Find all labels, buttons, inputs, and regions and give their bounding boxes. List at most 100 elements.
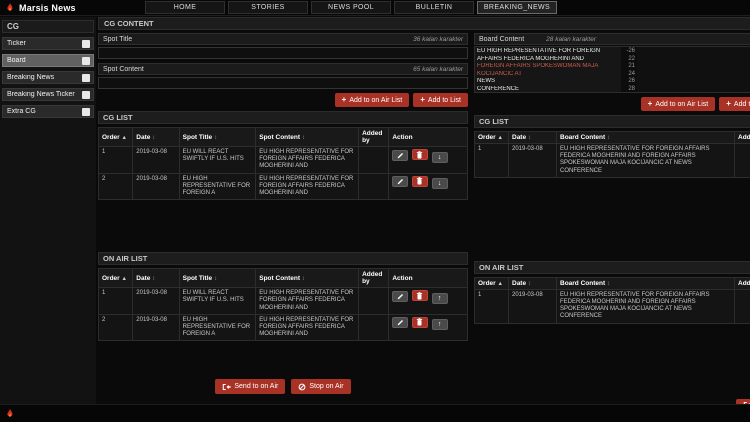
- column-date[interactable]: Date ↕: [509, 132, 557, 144]
- ticker-checkbox[interactable]: [82, 40, 90, 48]
- trash-icon: [416, 151, 423, 159]
- sidebar-item-extra-cg[interactable]: Extra CG: [2, 105, 94, 118]
- column-order[interactable]: Order ▲: [99, 269, 133, 288]
- column-date[interactable]: Date ↕: [133, 269, 179, 288]
- nav-tab-stories[interactable]: STORIES: [228, 1, 308, 14]
- main-nav: HOME STORIES NEWS POOL BULLETIN BREAKING…: [145, 1, 560, 14]
- column-order[interactable]: Order ▲: [475, 132, 509, 144]
- table-row: 1 2019-03-08 EU HIGH REPRESENTATIVE FOR …: [475, 144, 750, 178]
- column-added-by: Added by: [359, 128, 389, 147]
- board-content-input[interactable]: EU HIGH REPRESENTATIVE FOR FOREIGN AFFAI…: [474, 46, 750, 93]
- spot-title-counter: 36 kalan karakter: [413, 36, 463, 43]
- move-down-button[interactable]: ↓: [432, 152, 448, 163]
- spot-content-input[interactable]: [98, 77, 468, 89]
- cell-order: 2: [99, 173, 133, 200]
- column-date[interactable]: Date ↕: [133, 128, 179, 147]
- column-order[interactable]: Order ▲: [475, 277, 509, 289]
- cell-order: 1: [99, 147, 133, 174]
- nav-tab-news-pool[interactable]: NEWS POOL: [311, 1, 391, 14]
- add-to-list-button[interactable]: + Add to List: [719, 97, 750, 111]
- button-label: Add to on Air List: [655, 101, 708, 108]
- move-up-icon: ↑: [438, 295, 442, 302]
- delete-button[interactable]: [412, 176, 428, 187]
- cell-spot-content: EU HIGH REPRESENTATIVE FOR FOREIGN AFFAI…: [256, 314, 359, 341]
- column-spot-content[interactable]: Spot Content ↕: [256, 269, 359, 288]
- spot-title-input[interactable]: [98, 47, 468, 59]
- nav-tab-bulletin[interactable]: BULLETIN: [394, 1, 474, 14]
- sort-icon: ↕: [152, 276, 155, 282]
- edit-icon: [397, 178, 404, 185]
- sidebar-item-board[interactable]: Board: [2, 54, 94, 67]
- delete-button[interactable]: [412, 317, 428, 328]
- cg-list-table: Order ▲ Date ↕ Spot Title ↕ Spot Content…: [98, 127, 468, 200]
- line-counter: 28: [623, 86, 635, 94]
- column-spot-content[interactable]: Spot Content ↕: [256, 128, 359, 147]
- sidebar-item-label: Breaking News Ticker: [7, 91, 75, 98]
- cell-date: 2019-03-08: [509, 289, 557, 323]
- board-checkbox[interactable]: [82, 57, 90, 65]
- column-added-by: Added by: [359, 269, 389, 288]
- move-up-button[interactable]: ↑: [432, 319, 448, 330]
- board-content-bar: Board Content 28 kalan karakter: [474, 33, 750, 45]
- spot-title-label: Spot Title: [103, 36, 132, 43]
- move-up-button[interactable]: ↑: [432, 293, 448, 304]
- move-down-button[interactable]: ↓: [432, 178, 448, 189]
- column-added-by: Added by: [735, 277, 750, 289]
- nav-tab-home[interactable]: HOME: [145, 1, 225, 14]
- edit-button[interactable]: [392, 150, 408, 161]
- table-header-row: Order ▲ Date ↕ Board Content ↕ Added by: [475, 277, 750, 289]
- spot-title-bar: Spot Title 36 kalan karakter: [98, 33, 468, 45]
- cell-spot-title: EU WILL REACT SWIFTLY IF U.S. HITS: [179, 288, 256, 315]
- spot-content-label: Spot Content: [103, 66, 144, 73]
- cell-spot-title: EU HIGH REPRESENTATIVE FOR FOREIGN A: [179, 314, 256, 341]
- edit-button[interactable]: [392, 176, 408, 187]
- edit-button[interactable]: [392, 291, 408, 302]
- column-spot-title[interactable]: Spot Title ↕: [179, 128, 256, 147]
- on-air-actions: Send to on Air Stop on Air: [98, 379, 468, 394]
- sort-asc-icon: ▲: [122, 276, 127, 282]
- add-to-list-button[interactable]: + Add to List: [413, 93, 468, 107]
- edit-icon: [397, 152, 404, 159]
- board-line: KOCIJANCIC AT: [477, 71, 619, 79]
- on-air-list-table: Order ▲ Date ↕ Spot Title ↕ Spot Content…: [98, 268, 468, 341]
- cell-spot-content: EU HIGH REPRESENTATIVE FOR FOREIGN AFFAI…: [256, 147, 359, 174]
- cell-action: ↓: [389, 173, 468, 200]
- column-board-content[interactable]: Board Content ↕: [557, 277, 735, 289]
- board-line: CONFERENCE: [477, 86, 619, 93]
- button-label: Add to List: [734, 101, 750, 108]
- sidebar-item-breaking-news[interactable]: Breaking News: [2, 71, 94, 84]
- spot-panel: Spot Title 36 kalan karakter Spot Conten…: [98, 33, 468, 411]
- add-to-on-air-list-button[interactable]: + Add to on Air List: [335, 93, 410, 107]
- column-date[interactable]: Date ↕: [509, 277, 557, 289]
- stop-on-air-button[interactable]: Stop on Air: [291, 379, 350, 394]
- send-to-on-air-button[interactable]: Send to on Air: [215, 379, 285, 394]
- sidebar-item-ticker[interactable]: Ticker: [2, 37, 94, 50]
- column-order[interactable]: Order ▲: [99, 128, 133, 147]
- move-down-icon: ↓: [438, 180, 442, 187]
- edit-button[interactable]: [392, 317, 408, 328]
- line-counter: 24: [623, 71, 635, 79]
- delete-button[interactable]: [412, 149, 428, 160]
- sort-icon: ↕: [302, 276, 305, 282]
- column-spot-title[interactable]: Spot Title ↕: [179, 269, 256, 288]
- plus-icon: +: [342, 96, 347, 104]
- app-logo: Marsis News: [0, 2, 145, 14]
- cell-order: 1: [475, 289, 509, 323]
- delete-button[interactable]: [412, 290, 428, 301]
- cell-spot-title: EU WILL REACT SWIFTLY IF U.S. HITS: [179, 147, 256, 174]
- add-to-on-air-list-button[interactable]: + Add to on Air List: [641, 97, 716, 111]
- board-line: NEWS: [477, 78, 619, 86]
- nav-tab-breaking-news[interactable]: BREAKING_NEWS: [477, 1, 557, 14]
- table-row: 1 2019-03-08 EU WILL REACT SWIFTLY IF U.…: [99, 147, 468, 174]
- cell-spot-content: EU HIGH REPRESENTATIVE FOR FOREIGN AFFAI…: [256, 288, 359, 315]
- breaking-news-checkbox[interactable]: [82, 74, 90, 82]
- sidebar-item-breaking-news-ticker[interactable]: Breaking News Ticker: [2, 88, 94, 101]
- line-counter: -26: [623, 48, 635, 56]
- button-label: Send to on Air: [234, 383, 278, 390]
- column-board-content[interactable]: Board Content ↕: [557, 132, 735, 144]
- cell-date: 2019-03-08: [133, 147, 179, 174]
- plus-icon: +: [648, 100, 653, 108]
- extra-cg-checkbox[interactable]: [82, 108, 90, 116]
- sort-icon: ↕: [214, 276, 217, 282]
- breaking-news-ticker-checkbox[interactable]: [82, 91, 90, 99]
